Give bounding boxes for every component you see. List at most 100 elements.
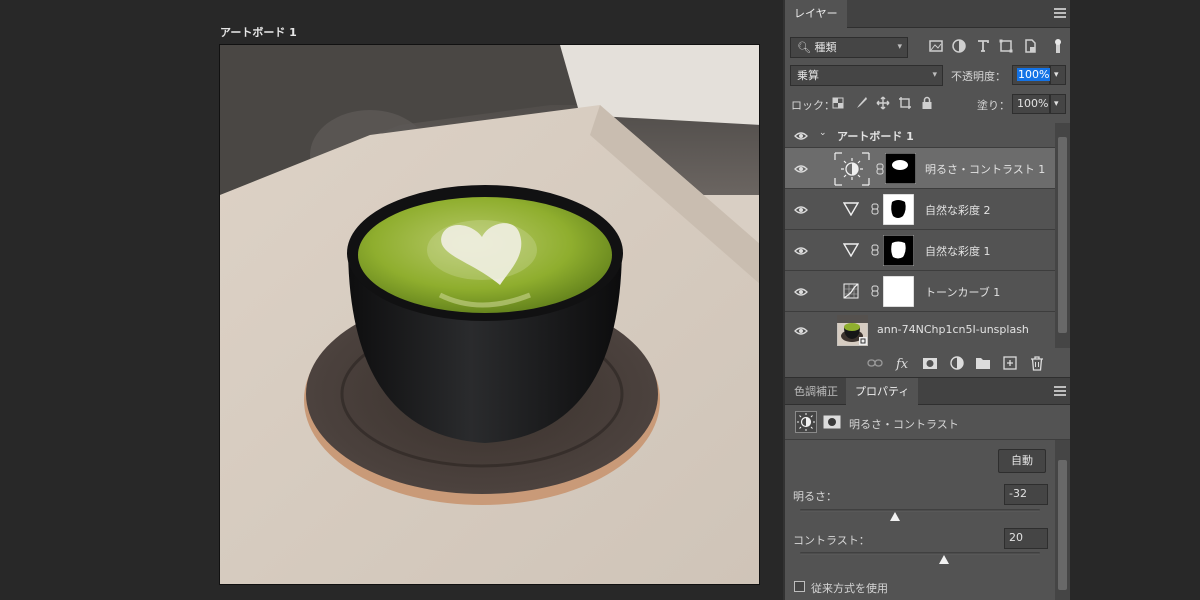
layer-row-vibrance-2[interactable]: 自然な彩度 2	[785, 189, 1055, 230]
eye-icon[interactable]	[794, 287, 808, 297]
artboard-group-name: アートボード 1	[837, 130, 914, 143]
lock-image-pixels-icon[interactable]	[854, 96, 868, 110]
trash-icon[interactable]	[1029, 355, 1045, 371]
filter-adjustment-icon[interactable]	[951, 38, 967, 54]
panel-gutter	[1070, 0, 1200, 600]
chevron-down-icon: ▾	[1054, 99, 1059, 109]
brightness-contrast-icon[interactable]	[834, 152, 870, 186]
fill-dropdown-button[interactable]: ▾	[1050, 94, 1066, 114]
photo-thumbnail[interactable]	[837, 315, 868, 346]
link-layers-icon[interactable]	[867, 355, 883, 371]
eye-icon[interactable]	[794, 205, 808, 215]
filter-kind-label: 種類	[814, 41, 837, 54]
lock-label: ロック：	[791, 99, 835, 112]
panels-column: レイヤー 🔍︎ 種類 ▾ 乗算 ▾ 不透明度： 100% ▾ ロック： 塗り： …	[785, 0, 1070, 600]
opacity-label: 不透明度：	[951, 70, 1006, 83]
new-adjustment-layer-icon[interactable]	[949, 355, 965, 371]
filter-shape-icon[interactable]	[998, 38, 1014, 54]
lock-artboard-icon[interactable]	[898, 96, 912, 110]
fill-field[interactable]: 100%	[1012, 94, 1050, 114]
layer-row-vibrance-1[interactable]: 自然な彩度 1	[785, 230, 1055, 271]
properties-scrollbar[interactable]	[1055, 440, 1070, 600]
layer-name: ann-74NChp1cn5I-unsplash	[877, 323, 1029, 336]
properties-header: 明るさ・コントラスト	[785, 405, 1070, 440]
properties-tabbar: 色調補正 プロパティ	[785, 377, 1070, 406]
layers-panel-menu-icon[interactable]	[1054, 8, 1066, 18]
tab-properties[interactable]: プロパティ	[846, 378, 919, 406]
link-chain-icon[interactable]	[876, 163, 884, 175]
opacity-field[interactable]: 100%	[1012, 65, 1051, 85]
matcha-latte-photo	[220, 45, 759, 584]
layer-mask-thumbnail[interactable]	[883, 235, 914, 266]
layer-mask-thumbnail[interactable]	[883, 276, 914, 307]
layer-mask-thumbnail[interactable]	[885, 153, 916, 184]
add-mask-icon[interactable]	[922, 355, 938, 371]
layers-scrollbar[interactable]	[1055, 123, 1070, 348]
filter-type-icon[interactable]	[975, 38, 991, 54]
properties-panel-menu-icon[interactable]	[1054, 386, 1066, 396]
lock-transparent-pixels-icon[interactable]	[831, 96, 845, 110]
layer-name: 自然な彩度 1	[925, 245, 991, 258]
panels-dock: レイヤー 🔍︎ 種類 ▾ 乗算 ▾ 不透明度： 100% ▾ ロック： 塗り： …	[783, 0, 1200, 600]
link-chain-icon[interactable]	[871, 285, 879, 297]
auto-button[interactable]: 自動	[998, 449, 1046, 473]
legacy-checkbox[interactable]	[794, 581, 805, 592]
eye-icon[interactable]	[794, 246, 808, 256]
contrast-slider-track[interactable]	[800, 552, 1040, 555]
opacity-dropdown-button[interactable]: ▾	[1050, 65, 1066, 85]
new-layer-icon[interactable]	[1002, 355, 1018, 371]
layer-mask-thumbnail[interactable]	[883, 194, 914, 225]
document-canvas-area[interactable]: アートボード 1	[0, 0, 783, 600]
search-icon: 🔍︎	[797, 41, 811, 54]
brightness-slider-track[interactable]	[800, 509, 1040, 512]
layers-tabbar: レイヤー	[785, 0, 1070, 28]
blend-mode-value: 乗算	[797, 69, 819, 82]
layer-row-photo[interactable]: ann-74NChp1cn5I-unsplash	[785, 312, 1055, 348]
svg-text:fx: fx	[895, 357, 909, 371]
artboard-image[interactable]	[219, 44, 760, 585]
chevron-down-icon: ▾	[897, 42, 902, 52]
chevron-down-icon[interactable]: ⌄	[819, 128, 827, 138]
filter-smart-object-icon[interactable]	[1022, 38, 1038, 54]
layer-row-brightness-contrast[interactable]: 明るさ・コントラスト 1	[785, 148, 1055, 189]
tab-layers[interactable]: レイヤー	[785, 0, 847, 28]
contrast-field[interactable]: 20	[1004, 528, 1048, 549]
brightness-slider-thumb[interactable]	[889, 512, 900, 521]
scrollbar-thumb[interactable]	[1058, 137, 1067, 333]
opacity-value: 100%	[1017, 68, 1051, 81]
link-chain-icon[interactable]	[871, 244, 879, 256]
legacy-label: 従来方式を使用	[811, 582, 888, 595]
contrast-slider-thumb[interactable]	[939, 555, 949, 564]
filter-pixel-icon[interactable]	[928, 38, 944, 54]
chevron-down-icon: ▾	[1054, 70, 1059, 80]
eye-icon[interactable]	[794, 164, 808, 174]
tab-adjustments[interactable]: 色調補正	[785, 378, 847, 406]
scrollbar-thumb[interactable]	[1058, 460, 1067, 590]
vibrance-icon[interactable]	[843, 243, 859, 257]
mask-icon[interactable]	[823, 415, 841, 429]
contrast-label: コントラスト：	[793, 534, 870, 547]
brightness-field[interactable]: -32	[1004, 484, 1048, 505]
lock-all-icon[interactable]	[920, 96, 934, 110]
fx-icon[interactable]: fx	[895, 355, 911, 371]
artboard-group-row[interactable]: ⌄ アートボード 1	[785, 123, 1055, 148]
lock-position-icon[interactable]	[876, 96, 890, 110]
layer-name: トーンカーブ 1	[925, 286, 1001, 299]
brightness-contrast-icon[interactable]	[795, 411, 817, 433]
eye-icon[interactable]	[794, 326, 808, 336]
brightness-label: 明るさ：	[793, 490, 837, 503]
layers-list[interactable]: ⌄ アートボード 1 明るさ・コントラスト 1 自然な彩度 2 自然な彩度 1 …	[785, 123, 1055, 348]
filter-toggle-icon[interactable]	[1053, 38, 1063, 54]
blend-mode-dropdown[interactable]: 乗算 ▾	[790, 65, 943, 86]
vibrance-icon[interactable]	[843, 202, 859, 216]
new-group-folder-icon[interactable]	[975, 355, 991, 371]
curves-icon[interactable]	[843, 283, 859, 299]
eye-icon[interactable]	[794, 131, 808, 141]
link-chain-icon[interactable]	[871, 203, 879, 215]
fill-label: 塗り：	[977, 99, 1010, 112]
layer-row-curves[interactable]: トーンカーブ 1	[785, 271, 1055, 312]
adjustment-title: 明るさ・コントラスト	[849, 418, 959, 431]
artboard-label[interactable]: アートボード 1	[220, 24, 297, 40]
layer-filter-dropdown[interactable]: 🔍︎ 種類 ▾	[790, 37, 908, 58]
chevron-down-icon: ▾	[932, 70, 937, 80]
